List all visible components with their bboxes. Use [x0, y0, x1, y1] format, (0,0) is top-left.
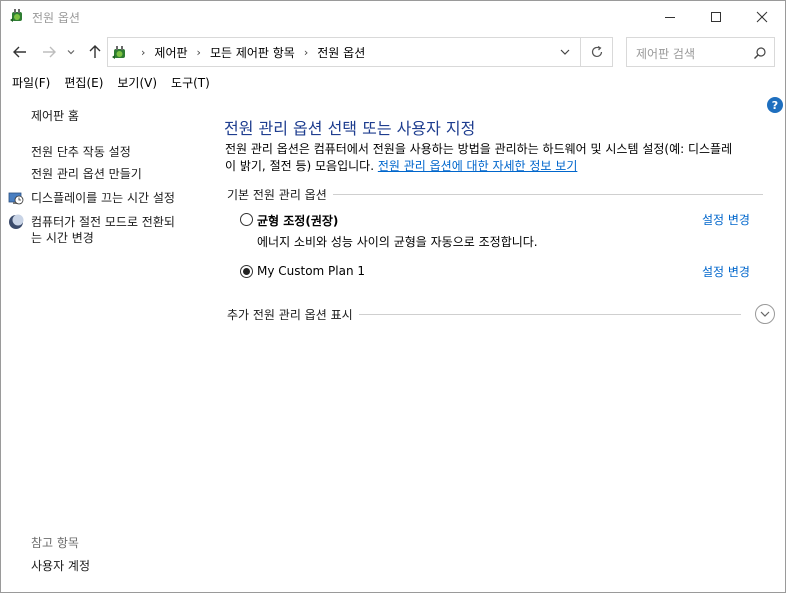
preferred-plans-header: 기본 전원 관리 옵션: [227, 187, 763, 202]
chevron-right-icon: ›: [141, 45, 146, 59]
address-bar[interactable]: › 제어판 › 모든 제어판 항목 › 전원 옵션: [107, 37, 581, 67]
breadcrumb-power-options[interactable]: 전원 옵션: [317, 44, 365, 61]
back-button[interactable]: [10, 42, 30, 62]
recent-locations-button[interactable]: [63, 42, 79, 62]
left-pane: 제어판 홈 전원 단추 작동 설정 전원 관리 옵션 만들기 디스플레이를 끄는…: [1, 95, 211, 593]
minimize-icon: [665, 16, 675, 18]
description-line1: 전원 관리 옵션은 컴퓨터에서 전원을 사용하는 방법을 관리하는 하드웨어 및…: [225, 142, 733, 156]
close-button[interactable]: [739, 1, 785, 32]
control-panel-icon: [112, 46, 125, 59]
create-power-plan-link[interactable]: 전원 관리 옵션 만들기: [31, 166, 142, 182]
arrow-right-icon: [43, 46, 56, 58]
search-placeholder: 제어판 검색: [636, 47, 696, 61]
power-options-icon: [10, 9, 22, 22]
expand-more-plans-button[interactable]: [755, 304, 775, 324]
window-title: 전원 옵션: [32, 11, 80, 25]
minimize-button[interactable]: [647, 1, 693, 32]
chevron-right-icon[interactable]: ›: [304, 46, 308, 59]
maximize-button[interactable]: [693, 1, 739, 32]
preferred-plans-label: 기본 전원 관리 옵션: [227, 187, 327, 202]
navigation-bar: › 제어판 › 모든 제어판 항목 › 전원 옵션 제어판 검색: [1, 32, 785, 72]
plan-balanced-change-settings-link[interactable]: 설정 변경: [702, 211, 750, 228]
refresh-icon: [591, 45, 602, 58]
more-info-link[interactable]: 전원 관리 옵션에 대한 자세한 정보 보기: [378, 159, 578, 173]
search-icon: [754, 47, 766, 59]
section-divider: [332, 193, 763, 195]
chevron-right-icon[interactable]: ›: [197, 46, 201, 59]
user-accounts-link[interactable]: 사용자 계정: [31, 557, 90, 574]
forward-button[interactable]: [39, 42, 59, 62]
menu-file[interactable]: 파일(F): [5, 72, 57, 94]
plan-custom-name[interactable]: My Custom Plan 1: [257, 264, 365, 278]
description-line2: 이 밝기, 절전 등) 모음입니다.: [225, 159, 378, 173]
plan-custom-change-settings-link[interactable]: 설정 변경: [702, 263, 750, 280]
page-title: 전원 관리 옵션 선택 또는 사용자 지정: [224, 119, 476, 138]
menu-bar: 파일(F) 편집(E) 보기(V) 도구(T): [1, 72, 785, 94]
see-also-label: 참고 항목: [31, 536, 79, 550]
title-bar: 전원 옵션: [1, 1, 785, 32]
choose-power-buttons-link[interactable]: 전원 단추 작동 설정: [31, 144, 131, 160]
search-input[interactable]: 제어판 검색: [626, 37, 775, 67]
sleep-time-link-line2[interactable]: 는 시간 변경: [31, 230, 94, 246]
plan-balanced-description: 에너지 소비와 성능 사이의 균형을 자동으로 조정합니다.: [257, 235, 538, 249]
page-description: 전원 관리 옵션은 컴퓨터에서 전원을 사용하는 방법을 관리하는 하드웨어 및…: [225, 141, 773, 175]
chevron-down-icon: [67, 50, 75, 55]
arrow-up-icon: [89, 45, 101, 58]
address-dropdown-icon[interactable]: [558, 45, 572, 59]
arrow-left-icon: [13, 46, 26, 58]
menu-edit[interactable]: 편집(E): [57, 72, 110, 94]
plan-balanced-radio[interactable]: [240, 213, 253, 226]
display-timer-icon: [8, 192, 24, 205]
up-button[interactable]: [85, 42, 105, 62]
display-off-time-link[interactable]: 디스플레이를 끄는 시간 설정: [31, 190, 175, 206]
breadcrumb-control-panel[interactable]: 제어판: [154, 44, 187, 61]
plan-custom-radio[interactable]: [240, 265, 253, 278]
control-panel-home-link[interactable]: 제어판 홈: [31, 108, 79, 124]
sleep-moon-icon: [9, 214, 24, 229]
refresh-button[interactable]: [581, 37, 613, 67]
more-plans-label[interactable]: 추가 전원 관리 옵션 표시: [227, 306, 353, 323]
menu-view[interactable]: 보기(V): [110, 72, 164, 94]
power-options-window: 전원 옵션 › 제어판 › 모든 제어판 항목 › 전원 옵션 제어판 검색 파…: [0, 0, 786, 593]
main-content: 전원 관리 옵션 선택 또는 사용자 지정 전원 관리 옵션은 컴퓨터에서 전원…: [221, 95, 777, 395]
menu-tools[interactable]: 도구(T): [164, 72, 217, 94]
more-plans-header[interactable]: 추가 전원 관리 옵션 표시: [227, 306, 741, 323]
maximize-icon: [711, 11, 721, 22]
breadcrumb: › 제어판 › 모든 제어판 항목 › 전원 옵션: [132, 38, 365, 66]
close-icon: [756, 11, 768, 22]
breadcrumb-all-items[interactable]: 모든 제어판 항목: [210, 44, 295, 61]
chevron-down-icon: [760, 311, 770, 317]
section-divider: [358, 313, 741, 315]
sleep-time-link-line1[interactable]: 컴퓨터가 절전 모드로 전환되: [31, 214, 175, 230]
plan-balanced-name[interactable]: 균형 조정(권장): [257, 212, 338, 229]
